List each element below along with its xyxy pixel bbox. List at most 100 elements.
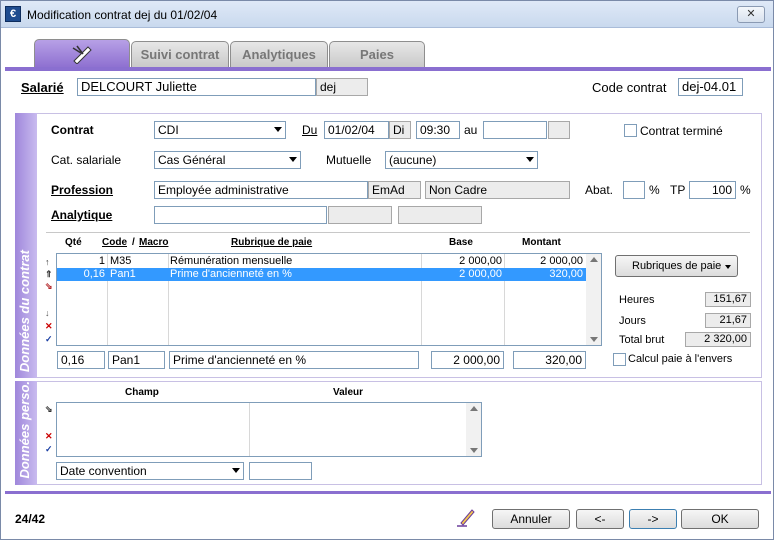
date-convention-value: Date convention — [60, 464, 147, 478]
total-brut-value: 2 320,00 — [685, 332, 751, 347]
analytique-field[interactable] — [154, 206, 327, 224]
du-day-field: Di — [389, 121, 411, 139]
cell-base: 2 000,00 — [459, 255, 502, 267]
mutuelle-value: (aucune) — [389, 153, 437, 167]
title-bar: € Modification contrat dej du 01/02/04 ✕ — [1, 1, 773, 28]
date-convention-field[interactable] — [249, 462, 312, 480]
analytique-label: Analytique — [51, 208, 113, 222]
cell-rubrique: Rémunération mensuelle — [170, 255, 293, 267]
chevron-down-icon — [232, 468, 240, 473]
section-label-perso: Données perso. — [15, 381, 37, 485]
code-contrat-field[interactable]: dej-04.01 — [678, 78, 743, 96]
section-label-contrat: Données du contrat — [15, 113, 37, 378]
col-header-montant: Montant — [522, 237, 561, 248]
cell-qte: 0,16 — [83, 268, 105, 280]
contrat-termine-checkbox[interactable] — [624, 124, 637, 137]
chevron-down-icon — [289, 157, 297, 162]
scroll-up-icon[interactable] — [470, 406, 478, 411]
grid-scrollbar[interactable] — [586, 254, 601, 345]
annuler-button[interactable]: Annuler — [492, 509, 570, 529]
jours-label: Jours — [619, 315, 646, 327]
profession-statut-field: Non Cadre — [425, 181, 570, 199]
window-title: Modification contrat dej du 01/02/04 — [27, 8, 218, 22]
perso-grid[interactable] — [56, 402, 482, 457]
move-down-icon[interactable]: ↓ — [45, 309, 50, 318]
scroll-up-icon[interactable] — [590, 257, 598, 262]
edit-code-field[interactable]: Pan1 — [108, 351, 165, 369]
col-header-valeur: Valeur — [333, 387, 364, 398]
edit-pen-icon[interactable] — [455, 506, 477, 528]
cell-rubrique: Prime d'ancienneté en % — [170, 268, 292, 280]
cell-code: M35 — [110, 255, 132, 267]
au-label: au — [464, 123, 478, 137]
contrat-select[interactable]: CDI — [154, 121, 286, 139]
validate-icon[interactable]: ✓ — [45, 335, 53, 344]
jours-value: 21,67 — [705, 313, 751, 328]
cell-montant: 320,00 — [549, 268, 583, 280]
col-header-qte: Qté — [65, 237, 82, 248]
code-contrat-label: Code contrat — [592, 80, 667, 95]
record-counter: 24/42 — [15, 512, 46, 526]
col-header-code: Code — [102, 237, 127, 248]
rubriques-button-label: Rubriques de paie — [632, 260, 722, 272]
au-day-field — [548, 121, 570, 139]
divider — [46, 232, 750, 233]
mutuelle-label: Mutuelle — [326, 153, 372, 167]
contrat-termine-label: Contrat terminé — [640, 124, 723, 138]
tp-label: TP — [670, 183, 686, 197]
cat-salariale-select[interactable]: Cas Général — [154, 151, 301, 169]
rubriques-grid[interactable]: 1 M35 Rémunération mensuelle 2 000,00 2 … — [56, 253, 602, 346]
calcul-envers-checkbox[interactable] — [613, 353, 626, 366]
edit-base-field[interactable]: 2 000,00 — [431, 351, 504, 369]
abat-percent-label: % — [649, 183, 660, 197]
tab-analytiques[interactable]: Analytiques — [230, 41, 328, 68]
close-button[interactable]: ✕ — [737, 6, 765, 23]
cell-montant: 2 000,00 — [540, 255, 583, 267]
chevron-down-icon — [526, 157, 534, 162]
move-up-icon[interactable]: ↑ — [45, 258, 50, 267]
tab-suivi-contrat[interactable]: Suivi contrat — [131, 41, 229, 68]
du-date-field[interactable]: 01/02/04 — [324, 121, 389, 139]
ok-button[interactable]: OK — [681, 509, 759, 529]
table-row-selected[interactable]: 0,16 Pan1 Prime d'ancienneté en % 2 000,… — [57, 268, 586, 281]
edit-rubrique-field[interactable]: Prime d'ancienneté en % — [169, 351, 419, 369]
perso-scrollbar[interactable] — [466, 403, 481, 456]
insert-row-icon[interactable]: ⇘ — [45, 405, 53, 414]
chevron-down-icon — [274, 127, 282, 132]
tab-paies[interactable]: Paies — [329, 41, 425, 68]
delete-icon[interactable]: ✕ — [45, 432, 53, 441]
scroll-down-icon[interactable] — [590, 337, 598, 342]
tab-main[interactable] — [34, 39, 130, 68]
du-time-field[interactable]: 09:30 — [416, 121, 460, 139]
col-header-macro: Macro — [139, 237, 169, 248]
calcul-envers-label: Calcul paie à l'envers — [628, 353, 733, 365]
salarie-code-field: dej — [316, 78, 368, 96]
tp-field[interactable]: 100 — [689, 181, 736, 199]
salarie-label: Salarié — [21, 80, 64, 95]
edit-montant-field[interactable]: 320,00 — [513, 351, 586, 369]
abat-field[interactable] — [623, 181, 645, 199]
insert-icon[interactable]: ⇘ — [45, 282, 53, 291]
move-top-icon[interactable]: ⇑ — [45, 270, 53, 279]
next-button[interactable]: -> — [629, 509, 677, 529]
col-separator — [249, 403, 250, 456]
profession-field[interactable]: Employée administrative — [154, 181, 368, 199]
au-date-field[interactable] — [483, 121, 547, 139]
heures-label: Heures — [619, 294, 655, 306]
table-row[interactable]: 1 M35 Rémunération mensuelle 2 000,00 2 … — [57, 255, 586, 268]
mutuelle-select[interactable]: (aucune) — [385, 151, 538, 169]
delete-icon[interactable]: ✕ — [45, 322, 53, 331]
edit-qte-field[interactable]: 0,16 — [57, 351, 105, 369]
col-header-base: Base — [449, 237, 473, 248]
rubriques-de-paie-button[interactable]: Rubriques de paie — [615, 255, 738, 277]
scroll-down-icon[interactable] — [470, 448, 478, 453]
profession-label: Profession — [51, 183, 114, 197]
total-brut-label: Total brut — [619, 334, 665, 346]
footer-divider — [5, 491, 771, 494]
validate-icon[interactable]: ✓ — [45, 445, 53, 454]
contrat-label: Contrat — [51, 123, 94, 137]
salarie-name-field[interactable]: DELCOURT Juliette — [77, 78, 316, 96]
previous-button[interactable]: <- — [576, 509, 624, 529]
date-convention-select[interactable]: Date convention — [56, 462, 244, 480]
cat-salariale-label: Cat. salariale — [51, 153, 122, 167]
